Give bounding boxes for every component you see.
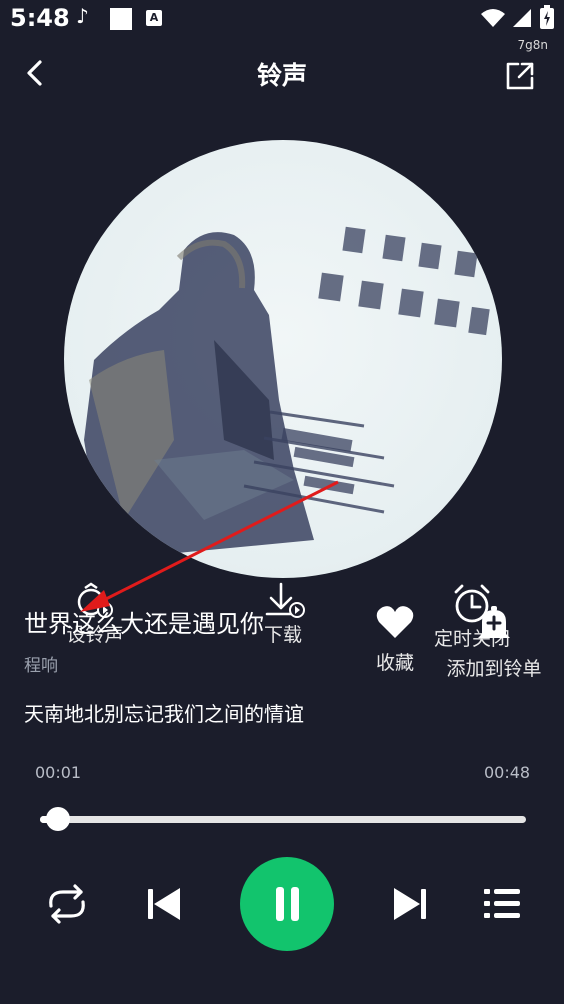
battery-icon bbox=[540, 5, 554, 29]
add-to-list-label: 添加到铃单 bbox=[446, 658, 542, 680]
current-time: 00:01 bbox=[35, 763, 82, 782]
status-time: 5:48 bbox=[10, 4, 70, 32]
progress-track[interactable] bbox=[40, 816, 526, 823]
download-icon bbox=[265, 582, 305, 618]
song-artist: 程响 bbox=[24, 656, 58, 676]
repeat-icon bbox=[49, 884, 85, 924]
external-link-icon bbox=[506, 62, 534, 90]
share-button[interactable] bbox=[502, 58, 538, 94]
a-notification-icon: A bbox=[146, 10, 162, 26]
pause-icon bbox=[276, 887, 299, 921]
favorite-button[interactable]: 收藏 bbox=[368, 604, 422, 675]
music-note-icon: ♪ bbox=[76, 4, 89, 28]
current-lyric: 天南地北别忘记我们之间的情谊 bbox=[24, 702, 304, 726]
album-art bbox=[64, 140, 502, 578]
repeat-button[interactable] bbox=[43, 880, 91, 928]
playlist-icon bbox=[484, 889, 520, 918]
skip-previous-icon bbox=[148, 888, 180, 920]
signal-icon bbox=[513, 9, 531, 27]
next-button[interactable] bbox=[386, 880, 434, 928]
notification-square-icon bbox=[110, 8, 132, 30]
progress-knob[interactable] bbox=[45, 807, 70, 831]
wifi-icon bbox=[481, 9, 505, 27]
playlist-button[interactable] bbox=[478, 880, 526, 928]
bell-plus-icon bbox=[478, 606, 510, 638]
play-pause-button[interactable] bbox=[240, 857, 334, 951]
favorite-label: 收藏 bbox=[375, 652, 414, 674]
add-to-list-button[interactable]: 添加到铃单 bbox=[446, 604, 542, 681]
status-sub-label: 7g8n bbox=[517, 38, 549, 52]
total-time: 00:48 bbox=[484, 763, 531, 782]
song-title: 世界这么大还是遇见你 bbox=[24, 610, 264, 638]
heart-icon bbox=[376, 606, 414, 638]
previous-button[interactable] bbox=[140, 880, 188, 928]
album-cover-image bbox=[84, 226, 490, 560]
page-title: 铃声 bbox=[256, 61, 307, 90]
skip-next-icon bbox=[394, 888, 426, 920]
